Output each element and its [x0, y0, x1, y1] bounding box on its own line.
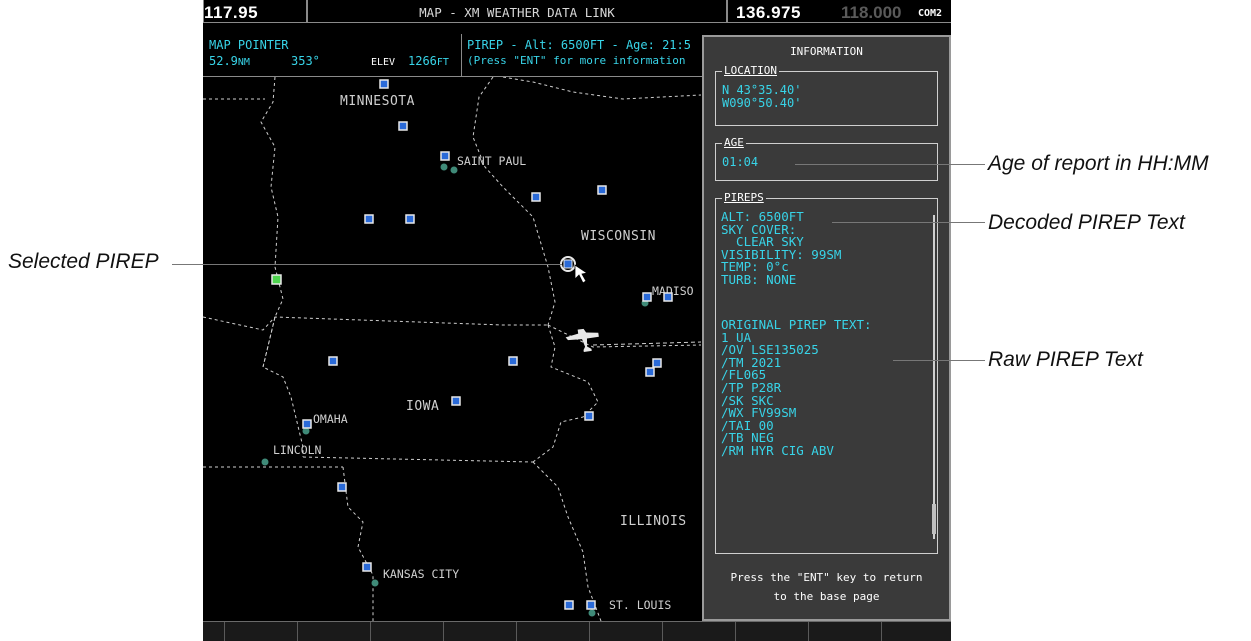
page-title: MAP - XM WEATHER DATA LINK: [419, 5, 615, 20]
decoded-line: TURB: NONE: [721, 272, 797, 287]
info-footer-line2: to the base page: [773, 590, 880, 603]
strip-divider: [461, 34, 462, 77]
softkey-5[interactable]: [444, 622, 517, 641]
pirep-marker-green: [271, 274, 282, 285]
pirep-marker: [584, 411, 594, 421]
pirep-marker: [379, 79, 389, 89]
softkey-8[interactable]: [663, 622, 736, 641]
com-freq-box[interactable]: 136.975 118.000 COM2: [727, 0, 951, 23]
softkey-7[interactable]: [590, 622, 663, 641]
pirep-marker: [564, 600, 574, 610]
city-dot-lincoln: [261, 458, 269, 466]
pirep-marker: [642, 292, 652, 302]
callout-selected-pirep: Selected PIREP: [8, 250, 159, 273]
title-box: MAP - XM WEATHER DATA LINK: [307, 0, 727, 23]
city-dot-st-louis: [588, 609, 596, 617]
nav-frequency: 117.95: [204, 3, 259, 22]
callout-decoded: Decoded PIREP Text: [988, 211, 1185, 234]
pointer-distance-value: 52.9: [209, 54, 238, 68]
location-label: LOCATION: [722, 64, 779, 77]
callout-line-selected: [172, 264, 562, 265]
pirep-marker: [362, 562, 372, 572]
pirep-marker: [398, 121, 408, 131]
callout-line-decoded: [832, 222, 985, 223]
callout-line-age: [795, 164, 985, 165]
pirep-marker: [652, 358, 662, 368]
softkey-11[interactable]: [882, 622, 951, 641]
pirep-marker: [663, 292, 673, 302]
map-pointer-label: MAP POINTER: [209, 38, 289, 52]
callout-line-raw: [893, 360, 985, 361]
weather-map[interactable]: MINNESOTA WISCONSIN IOWA ILLINOIS SAINT …: [203, 77, 701, 621]
elev-label: ELEV: [371, 57, 396, 68]
pointer-distance-unit: NM: [237, 57, 250, 68]
pirep-marker: [364, 214, 374, 224]
map-cursor-arrow: [574, 264, 589, 284]
pireps-box: PIREPS ALT: 6500FT SKY COVER: CLEAR SKY …: [715, 191, 938, 554]
pirep-marker: [597, 185, 607, 195]
location-box: LOCATION N 43°35.40' W090°50.40': [715, 64, 938, 126]
info-footer-line1: Press the "ENT" key to return: [730, 571, 923, 584]
softkey-bar: [203, 621, 951, 641]
mfd-display: 117.95 MAP - XM WEATHER DATA LINK 136.97…: [203, 0, 951, 641]
softkey-3[interactable]: [298, 622, 371, 641]
softkey-10[interactable]: [809, 622, 882, 641]
map-markers: [261, 79, 673, 617]
elev-value: 1266FT: [408, 53, 449, 71]
softkey-6[interactable]: [517, 622, 590, 641]
pirep-marker: [337, 482, 347, 492]
location-longitude: W090°50.40': [722, 96, 802, 110]
softkey-1[interactable]: [203, 622, 225, 641]
information-window: INFORMATION LOCATION N 43°35.40' W090°50…: [702, 35, 951, 621]
pirep-marker: [405, 214, 415, 224]
age-value: 01:04: [722, 155, 759, 169]
pirep-marker: [451, 396, 461, 406]
age-label: AGE: [722, 136, 746, 149]
aircraft-icon: [565, 328, 599, 353]
pirep-strip-line1: PIREP - Alt: 6500FT - Age: 21:5: [467, 38, 691, 52]
selected-pirep-marker: [563, 259, 573, 269]
pirep-marker: [586, 600, 596, 610]
map-pointer-bearing: 353°: [291, 54, 320, 68]
pirep-marker: [508, 356, 518, 366]
callout-age: Age of report in HH:MM: [988, 152, 1209, 175]
city-dot-saint-paul-1: [440, 163, 448, 171]
pirep-marker: [328, 356, 338, 366]
pireps-label: PIREPS: [722, 191, 766, 204]
top-bar: 117.95 MAP - XM WEATHER DATA LINK 136.97…: [203, 0, 951, 34]
com-standby-frequency[interactable]: 118.000: [841, 3, 902, 23]
softkey-4[interactable]: [371, 622, 444, 641]
elev-unit: FT: [436, 57, 449, 68]
city-dot-kansas-city: [371, 579, 379, 587]
map-pointer-distance: 52.9NM: [209, 53, 250, 71]
com-label: COM2: [918, 8, 943, 19]
pirep-marker: [302, 419, 312, 429]
nav-freq-box[interactable]: 117.95: [203, 0, 307, 23]
pirep-strip-line2: (Press "ENT" for more information: [467, 54, 686, 67]
softkey-9[interactable]: [736, 622, 809, 641]
elev-number: 1266: [408, 54, 437, 68]
map-pointer-strip: MAP POINTER 52.9NM 353° ELEV 1266FT PIRE…: [203, 34, 702, 77]
pirep-marker: [531, 192, 541, 202]
pireps-scrollbar[interactable]: [933, 215, 935, 539]
info-title: INFORMATION: [790, 45, 863, 58]
age-box: AGE 01:04: [715, 136, 938, 181]
pirep-marker: [440, 151, 450, 161]
softkey-2[interactable]: [225, 622, 298, 641]
pirep-marker: [645, 367, 655, 377]
pireps-scrollbar-thumb[interactable]: [932, 504, 936, 534]
callout-raw: Raw PIREP Text: [988, 348, 1143, 371]
city-dot-saint-paul-2: [450, 166, 458, 174]
com-active-frequency: 136.975: [736, 3, 801, 22]
original-line: /RM HYR CIG ABV: [721, 443, 834, 458]
